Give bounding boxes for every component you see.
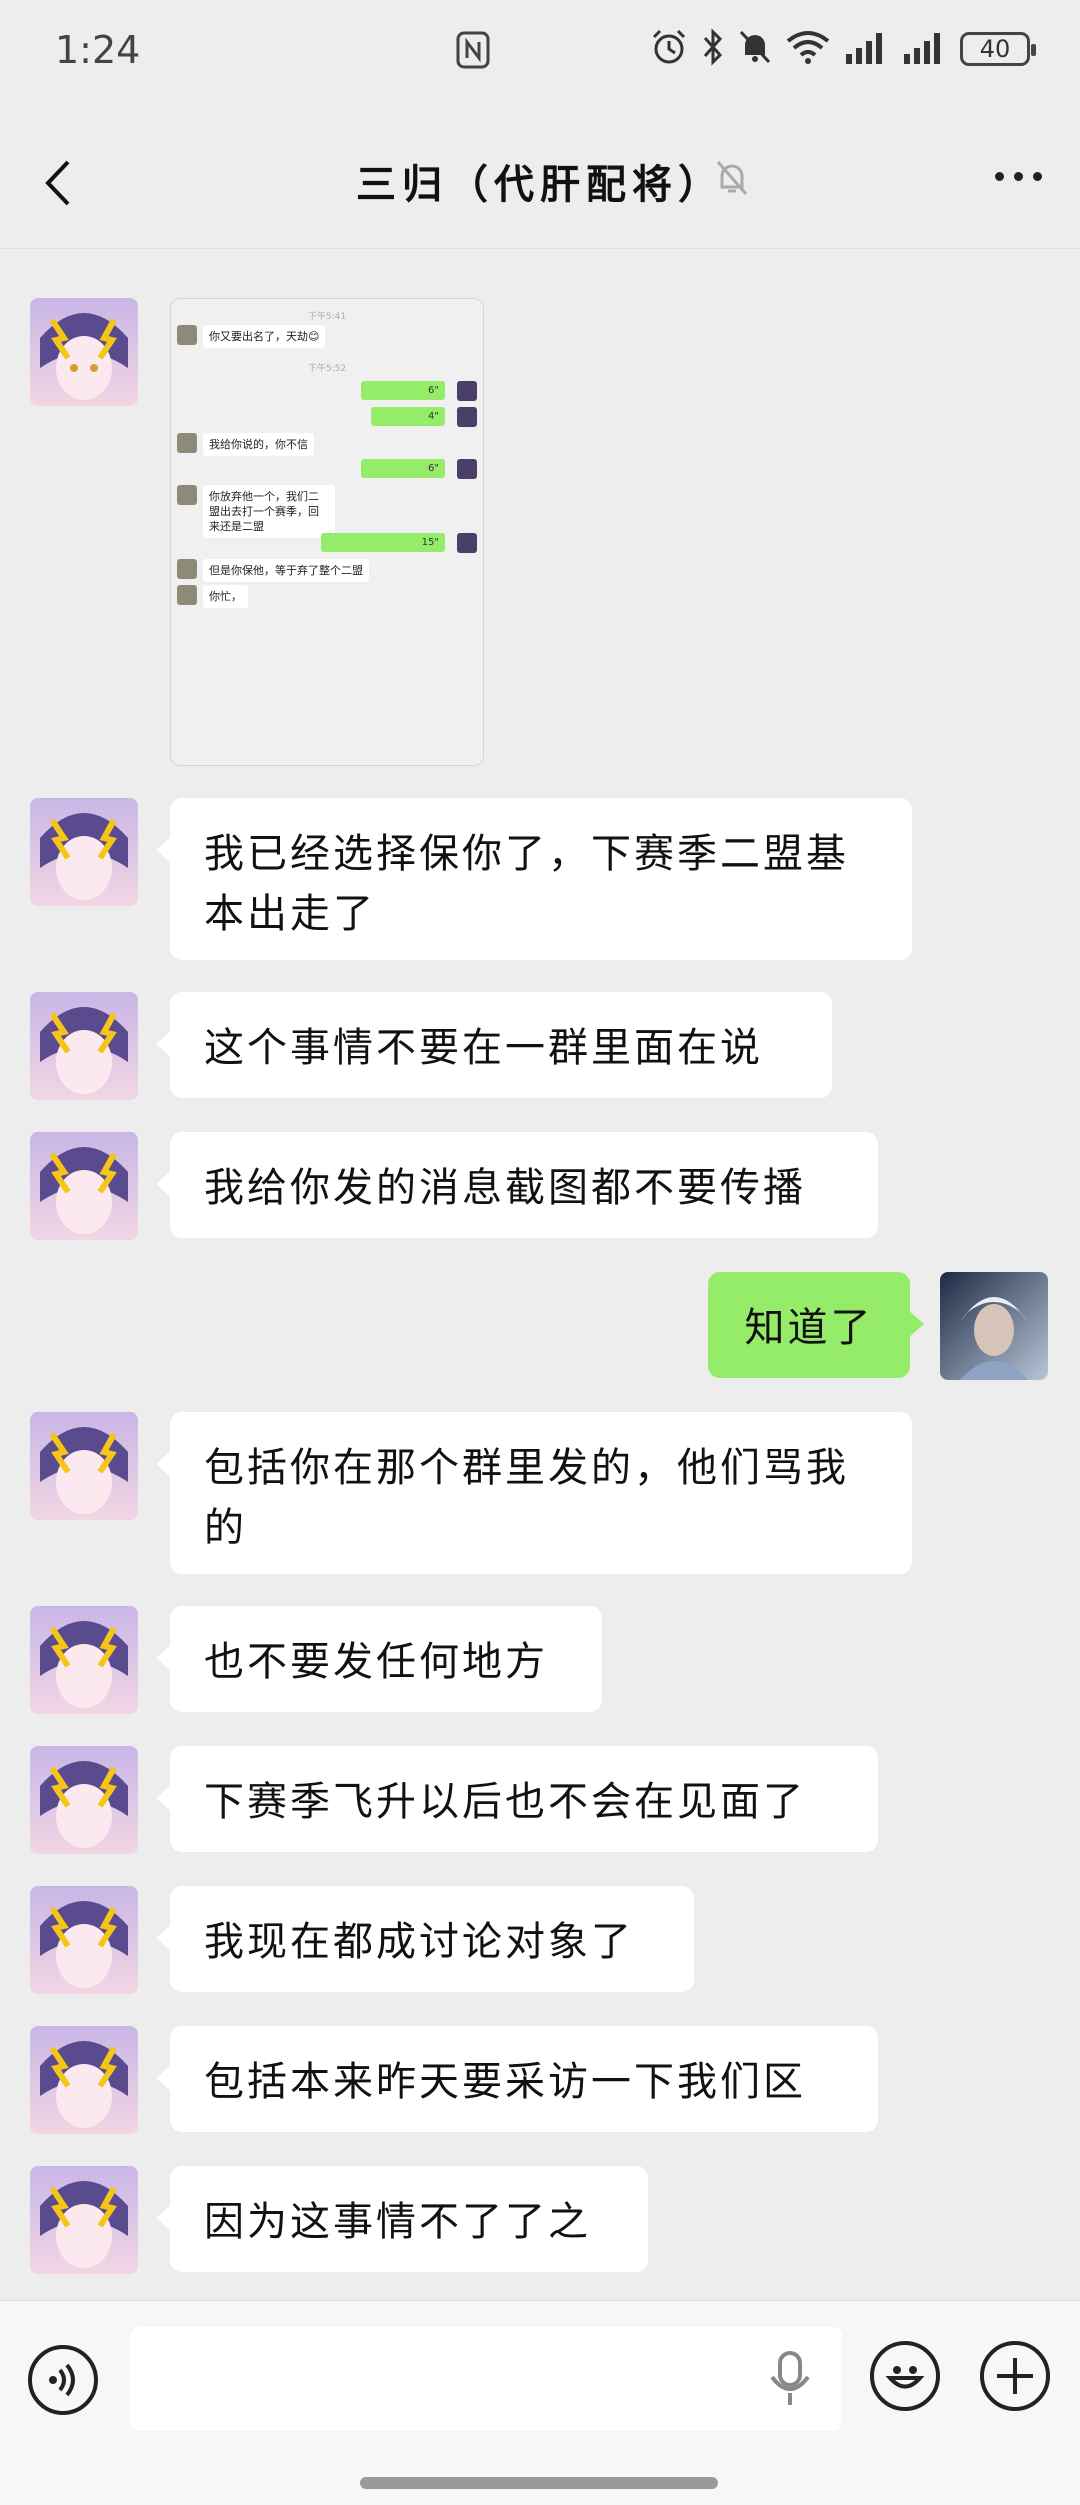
status-bar: 1:24 40 (0, 0, 1080, 110)
signal-icon (844, 30, 888, 68)
message-bubble[interactable]: 我已经选择保你了，下赛季二盟基本出走了 (156, 798, 912, 960)
avatar (457, 533, 477, 553)
message-bubble[interactable]: 也不要发任何地方 (156, 1606, 602, 1712)
message-bubble[interactable]: 我给你发的消息截图都不要传播 (156, 1132, 878, 1238)
contact-avatar[interactable] (30, 2166, 138, 2274)
alarm-icon (650, 28, 688, 70)
message-bubble[interactable]: 我现在都成讨论对象了 (156, 1886, 694, 1992)
voice-message: 15" (321, 533, 445, 552)
screenshot-timestamp: 下午5:41 (307, 312, 347, 322)
avatar (177, 485, 197, 505)
avatar (457, 407, 477, 427)
screenshot-message: 你忙， (203, 585, 248, 608)
message-bubble[interactable]: 包括你在那个群里发的，他们骂我的 (156, 1412, 912, 1574)
contact-avatar[interactable] (30, 2026, 138, 2134)
input-bar (0, 2300, 1080, 2505)
voice-message: 4" (371, 407, 445, 426)
header-divider (0, 248, 1080, 249)
chat-header: 三归（代肝配将） (0, 110, 1080, 250)
message-bubble[interactable]: 这个事情不要在一群里面在说 (156, 992, 832, 1098)
contact-avatar[interactable] (30, 798, 138, 906)
battery-indicator: 40 (960, 32, 1036, 66)
voice-message: 6" (361, 459, 445, 478)
avatar (457, 459, 477, 479)
emoji-button[interactable] (870, 2341, 940, 2411)
message-bubble[interactable]: 包括本来昨天要采访一下我们区 (156, 2026, 878, 2132)
contact-avatar[interactable] (30, 1746, 138, 1854)
avatar (177, 559, 197, 579)
contact-avatar[interactable] (30, 992, 138, 1100)
screenshot-message: 你又要出名了，天劫😊 (203, 325, 326, 348)
image-message-screenshot[interactable]: 下午5:41 你又要出名了，天劫😊 下午5:52 6" 4" 我给你说的，你不信… (170, 298, 484, 766)
plus-icon (997, 2358, 1033, 2394)
more-dot-icon (995, 172, 1004, 181)
user-avatar[interactable] (940, 1272, 1048, 1380)
voice-icon (49, 2363, 75, 2397)
voice-message: 6" (361, 381, 445, 400)
more-dot-icon (1014, 172, 1023, 181)
wifi-icon (786, 29, 830, 69)
bluetooth-icon (702, 28, 724, 70)
voice-toggle-button[interactable] (28, 2345, 98, 2415)
more-dot-icon (1033, 172, 1042, 181)
message-bubble[interactable]: 下赛季飞升以后也不会在见面了 (156, 1746, 878, 1852)
home-indicator (360, 2477, 718, 2489)
contact-avatar[interactable] (30, 1886, 138, 1994)
avatar (177, 585, 197, 605)
contact-avatar[interactable] (30, 298, 138, 406)
avatar (177, 325, 197, 345)
nfc-icon (455, 30, 491, 74)
screenshot-message: 我给你说的，你不信 (203, 433, 314, 456)
screenshot-timestamp: 下午5:52 (307, 364, 347, 374)
message-input[interactable] (130, 2327, 842, 2431)
screenshot-message: 你放弃他一个，我们二盟出去打一个赛季，回来还是二盟 (203, 485, 335, 538)
emoji-icon (885, 2366, 925, 2389)
contact-avatar[interactable] (30, 1606, 138, 1714)
plus-button[interactable] (980, 2341, 1050, 2411)
message-bubble-sent[interactable]: 知道了 (708, 1272, 924, 1378)
screenshot-message: 但是你保他，等于弃了整个二盟 (203, 559, 369, 582)
more-options-button[interactable] (995, 172, 1042, 181)
signal-icon (902, 30, 946, 68)
status-time: 1:24 (55, 28, 141, 72)
chat-title: 三归（代肝配将） (356, 161, 724, 208)
avatar (457, 381, 477, 401)
bell-off-icon (738, 28, 772, 70)
contact-avatar[interactable] (30, 1412, 138, 1520)
microphone-icon[interactable] (768, 2349, 812, 2413)
message-bubble[interactable]: 因为这事情不了了之 (156, 2166, 648, 2272)
contact-avatar[interactable] (30, 1132, 138, 1240)
mute-bell-icon (714, 158, 750, 202)
avatar (177, 433, 197, 453)
